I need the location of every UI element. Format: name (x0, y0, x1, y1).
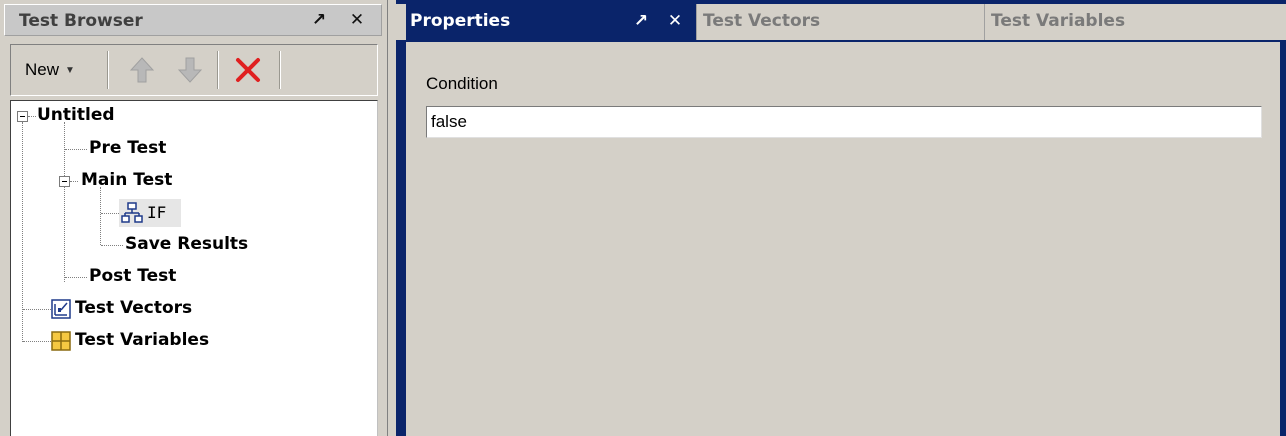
move-up-button[interactable] (121, 49, 163, 91)
tree-item-untitled[interactable]: Untitled (37, 105, 115, 125)
collapse-untitled-icon[interactable] (17, 111, 28, 122)
delete-icon (236, 58, 260, 82)
test-browser-title-bar: Test Browser ↗ ✕ (4, 4, 382, 36)
properties-content: Condition false (406, 40, 1280, 436)
test-variables-icon (51, 331, 71, 351)
arrow-up-icon (130, 57, 154, 83)
collapse-main-test-icon[interactable] (59, 176, 70, 187)
tree-item-test-variables[interactable]: Test Variables (75, 330, 209, 350)
toolbar-separator (279, 51, 281, 89)
tree-connector (101, 245, 123, 246)
tree-item-save-results[interactable]: Save Results (125, 234, 248, 254)
toolbar-separator (217, 51, 219, 89)
tab-properties[interactable]: Properties ↗ ✕ (406, 4, 696, 40)
tree-item-post-test[interactable]: Post Test (89, 266, 176, 286)
float-panel-icon[interactable]: ↗ (630, 4, 652, 38)
tree-connector (28, 116, 36, 117)
tree-connector (64, 122, 65, 282)
arrow-down-icon (178, 57, 202, 83)
new-dropdown-button[interactable]: New ▼ (19, 49, 101, 91)
test-vectors-icon (51, 299, 71, 319)
tab-properties-label: Properties (410, 11, 511, 31)
tree-item-if-label: IF (147, 203, 167, 222)
close-panel-icon[interactable]: ✕ (664, 4, 686, 38)
float-panel-icon[interactable]: ↗ (307, 8, 331, 32)
tree-connector (70, 181, 78, 182)
tree-item-if[interactable]: IF (119, 199, 181, 227)
tree-connector (101, 213, 121, 214)
tree-connector (23, 309, 51, 310)
properties-panel: Properties ↗ ✕ Test Vectors Test Variabl… (396, 0, 1286, 436)
tab-test-variables[interactable]: Test Variables (984, 4, 1286, 40)
delete-button[interactable] (227, 49, 269, 91)
new-button-label: New (25, 60, 60, 79)
condition-input[interactable]: false (426, 106, 1262, 138)
tree-item-test-vectors[interactable]: Test Vectors (75, 298, 192, 318)
tab-test-variables-label: Test Variables (991, 11, 1126, 31)
tree-connector (100, 187, 101, 245)
tab-test-vectors-label: Test Vectors (703, 11, 821, 31)
test-browser-title: Test Browser (19, 11, 143, 31)
test-tree: Untitled Pre Test Main Test IF Save Resu… (10, 100, 378, 436)
tree-item-pre-test[interactable]: Pre Test (89, 138, 166, 158)
test-browser-toolbar: New ▼ (10, 44, 378, 96)
condition-label: Condition (426, 74, 498, 93)
move-down-button[interactable] (169, 49, 211, 91)
tree-connector (65, 149, 87, 150)
tree-item-main-test[interactable]: Main Test (81, 170, 172, 190)
tree-connector (23, 341, 51, 342)
toolbar-separator (107, 51, 109, 89)
chevron-down-icon: ▼ (65, 64, 75, 76)
branch-icon (121, 202, 143, 223)
tree-connector (65, 277, 87, 278)
close-panel-icon[interactable]: ✕ (345, 8, 369, 32)
properties-tab-bar: Properties ↗ ✕ Test Vectors Test Variabl… (396, 4, 1286, 40)
test-browser-panel: Test Browser ↗ ✕ New ▼ Untitled Pre Test… (0, 0, 388, 436)
tab-test-vectors[interactable]: Test Vectors (696, 4, 984, 40)
